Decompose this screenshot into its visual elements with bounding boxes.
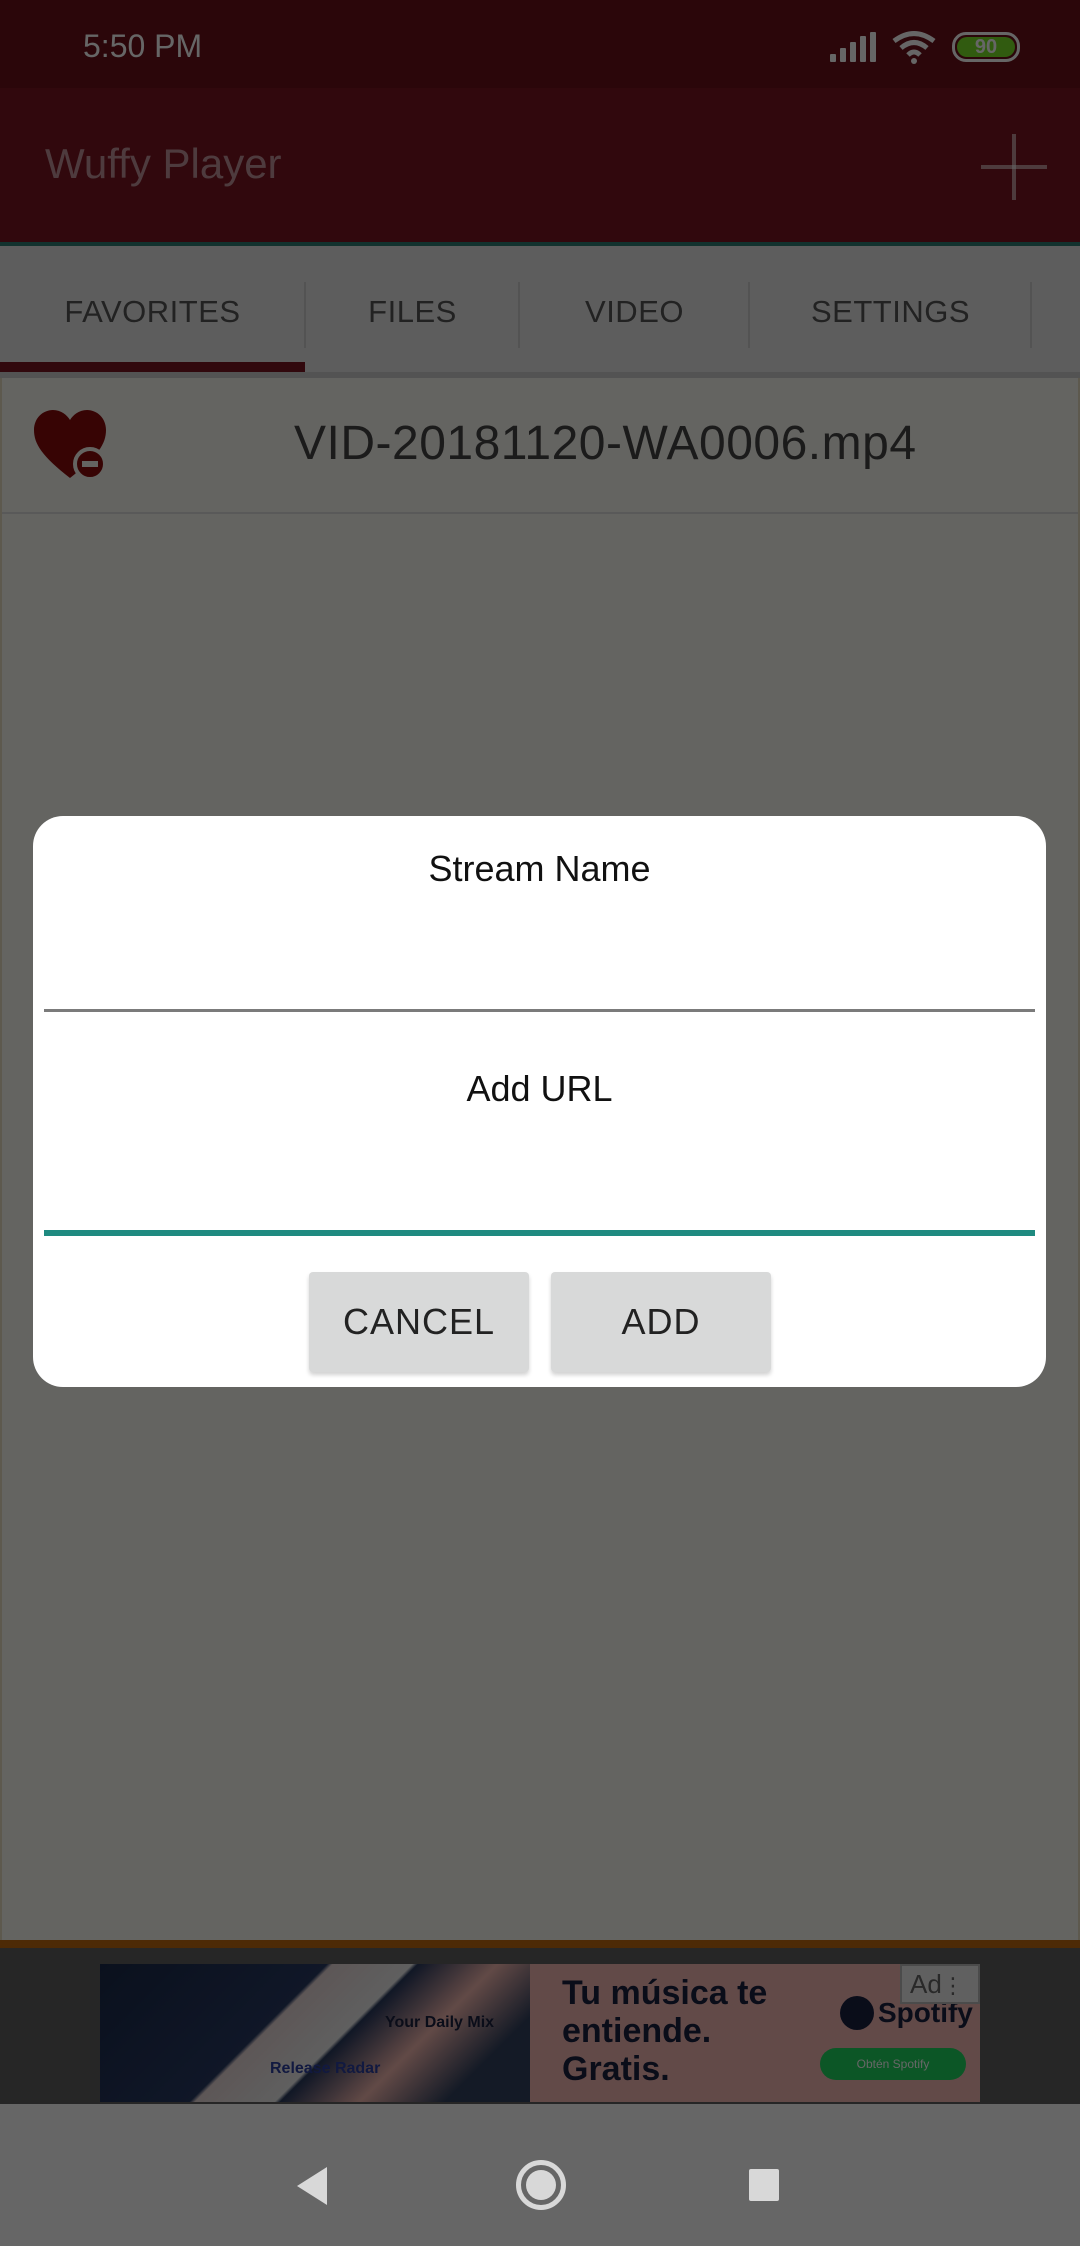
home-icon[interactable]	[516, 2160, 566, 2210]
url-input[interactable]	[44, 1146, 1035, 1216]
nav-bar-icons	[0, 2104, 1080, 2246]
url-underline	[44, 1230, 1035, 1236]
url-label: Add URL	[466, 1068, 613, 1109]
stream-name-label: Stream Name	[428, 848, 651, 889]
cancel-button[interactable]: CANCEL	[309, 1272, 529, 1372]
add-button[interactable]: ADD	[551, 1272, 771, 1372]
stream-name-underline	[44, 1009, 1035, 1012]
back-icon[interactable]	[297, 2167, 327, 2205]
add-stream-dialog: Stream Name Add URL CANCEL ADD	[33, 816, 1046, 1387]
stream-name-input[interactable]	[44, 924, 1035, 994]
recents-icon[interactable]	[749, 2169, 779, 2201]
